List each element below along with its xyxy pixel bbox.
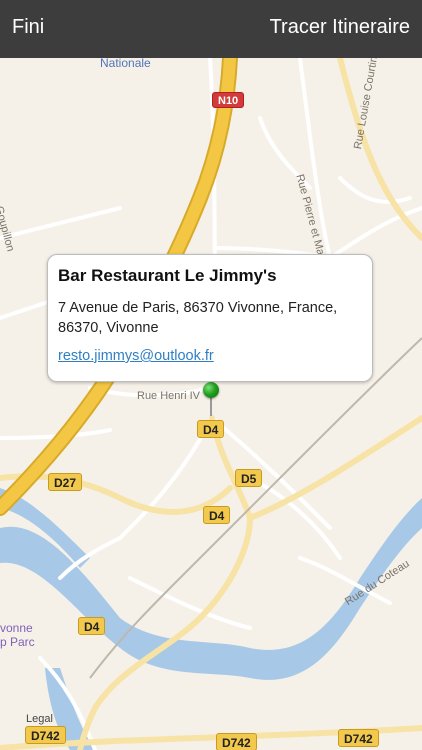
road-shield-d27: D27 (48, 473, 83, 491)
road-shield-d742: D742 (338, 729, 379, 747)
road-shield-d742: D742 (25, 726, 66, 744)
legal-link[interactable]: Legal (26, 713, 53, 725)
navigation-bar: Fini Tracer Itineraire (0, 0, 422, 58)
place-label-nationale: Nationale (100, 58, 151, 70)
road-shield-d742: D742 (216, 733, 257, 750)
place-address: 7 Avenue de Paris, 86370 Vivonne, France… (58, 300, 338, 336)
road-shield-d4: D4 (197, 420, 225, 438)
place-label-parc: p Parc (0, 635, 35, 649)
street-label-henri-iv: Rue Henri IV (137, 390, 200, 402)
road-shield-d5: D5 (235, 469, 263, 487)
done-button[interactable]: Fini (12, 16, 44, 39)
place-label-vivonne: vonne (0, 621, 33, 635)
location-pin-icon[interactable] (203, 382, 219, 398)
road-shield-d4: D4 (78, 617, 106, 635)
road-shield-d4: D4 (203, 506, 231, 524)
trace-route-button[interactable]: Tracer Itineraire (270, 16, 410, 39)
road-shield-n10: N10 (212, 92, 245, 108)
place-name: Bar Restaurant Le Jimmy's (58, 266, 277, 285)
place-callout[interactable]: Bar Restaurant Le Jimmy's 7 Avenue de Pa… (47, 254, 373, 382)
pin-stem (210, 396, 212, 416)
place-email-link[interactable]: resto.jimmys@outlook.fr (58, 348, 214, 364)
